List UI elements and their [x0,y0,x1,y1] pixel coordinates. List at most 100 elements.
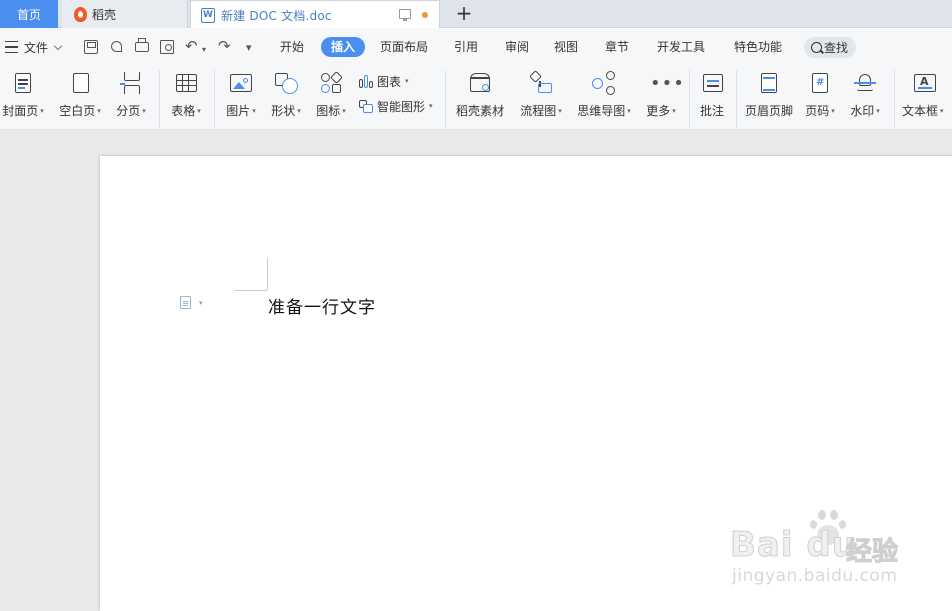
tab-daoke-label: 稻壳 [92,7,117,22]
undo-dropdown-icon[interactable]: ▾ [202,42,206,58]
daoke-material-button[interactable]: 稻壳素材 [452,66,508,126]
shape-icon [273,71,299,95]
table-button[interactable]: 表格 ▾ [167,66,205,126]
menu-tab-insert[interactable]: 插入 [321,37,366,57]
flowchart-label: 流程图 [520,104,557,118]
blank-page-caret-icon: ▾ [97,106,101,115]
page-break-label: 分页 [116,104,141,118]
more-caret-icon: ▾ [672,106,676,115]
mind-map-caret-icon: ▾ [627,106,631,115]
picture-button[interactable]: 图片 ▾ [222,66,260,126]
menu-tab-start[interactable]: 开始 [270,37,314,57]
page-break-button[interactable]: 分页 ▾ [113,66,149,126]
text-box-caret-icon: ▾ [940,106,944,115]
shape-button[interactable]: 形状 ▾ [266,66,306,126]
chevron-down-icon [53,41,63,50]
comment-icon [699,71,725,95]
text-box-label: 文本框 [902,104,939,118]
save-icon[interactable] [84,40,98,54]
icon-library-icon [318,71,344,95]
menu-tab-references[interactable]: 引用 [444,37,488,57]
redo-icon[interactable]: ↷ [218,38,231,54]
tab-home[interactable]: 首页 [0,0,58,28]
cover-page-button[interactable]: 封面页 ▾ [0,66,46,126]
page-break-caret-icon: ▾ [142,106,146,115]
unsaved-indicator-icon [422,12,428,18]
search-label: 查找 [824,41,849,55]
search-button[interactable]: 查找 [804,37,856,58]
paragraph-layout-caret-icon[interactable]: ▾ [199,299,203,307]
chart-button[interactable]: 图表 ▾ [358,72,409,90]
watermark-label: 水印 [850,104,875,118]
blank-page-label: 空白页 [59,104,96,118]
smart-art-button[interactable]: 智能图形 ▾ [358,97,433,115]
cover-page-caret-icon: ▾ [40,106,44,115]
title-tab-bar: 首页 稻壳 W 新建 DOC 文档.doc + [0,0,952,29]
smart-art-caret-icon: ▾ [429,102,433,110]
smart-art-icon [358,99,373,113]
ribbon-separator [689,70,690,128]
menu-tab-special[interactable]: 特色功能 [724,37,792,57]
page-number-caret-icon: ▾ [831,106,835,115]
cover-page-icon [10,71,36,95]
tab-home-label: 首页 [16,7,41,22]
blank-page-button[interactable]: 空白页 ▾ [56,66,104,126]
hamburger-menu-icon[interactable] [5,28,18,66]
print-icon[interactable] [135,38,149,52]
page-break-icon [118,71,144,95]
paragraph-layout-icon[interactable] [180,296,191,309]
ribbon-separator [214,70,215,128]
daoke-logo-icon [74,6,87,22]
quick-access-more-icon[interactable]: ▾ [246,40,252,56]
shape-caret-icon: ▾ [297,106,301,115]
tab-daoke[interactable]: 稻壳 [62,0,188,28]
tab-document[interactable]: W 新建 DOC 文档.doc [190,0,440,29]
more-button[interactable]: ••• 更多 ▾ [642,66,685,126]
menu-tab-page-layout[interactable]: 页面布局 [370,37,438,57]
comment-label: 批注 [699,104,724,118]
shape-label: 形状 [271,104,296,118]
undo-icon[interactable]: ↶ [185,38,198,54]
word-doc-icon: W [201,7,215,23]
flowchart-button[interactable]: 流程图 ▾ [516,66,566,126]
blank-page-icon [67,71,93,95]
watermark-icon [852,71,878,95]
text-box-button[interactable]: A 文本框 ▾ [902,66,952,126]
print-preview-icon[interactable] [160,40,174,54]
comment-button[interactable]: 批注 [696,66,728,126]
watermark-button[interactable]: 水印 ▾ [846,66,884,126]
ribbon-separator [445,70,446,128]
margin-marker [267,258,268,290]
mind-map-button[interactable]: 思维导图 ▾ [574,66,634,126]
mind-map-label: 思维导图 [577,104,626,118]
bar-chart-icon [358,74,373,88]
menu-bar: 文件 ↶ ▾ ↷ ▾ 开始 插入 页面布局 引用 审阅 视图 章节 开发工具 特… [0,28,952,66]
page-number-button[interactable]: # 页码 ▾ [803,66,837,126]
icon-insert-button[interactable]: 图标 ▾ [312,66,350,126]
header-footer-button[interactable]: 页眉页脚 [743,66,795,126]
search-icon [811,42,822,53]
export-icon[interactable] [110,40,124,54]
watermark-caret-icon: ▾ [876,106,880,115]
document-body-text[interactable]: 准备一行文字 [268,293,376,318]
tab-document-label: 新建 DOC 文档.doc [221,8,332,23]
daoke-material-icon [467,71,493,95]
table-label: 表格 [171,104,196,118]
picture-icon [228,71,254,95]
monitor-icon[interactable] [399,9,411,21]
more-dots-icon: ••• [650,73,685,94]
table-icon [173,71,199,95]
margin-marker [235,290,267,291]
menu-tab-view[interactable]: 视图 [544,37,588,57]
menu-tab-chapter[interactable]: 章节 [595,37,639,57]
file-menu-button[interactable]: 文件 [24,28,63,66]
ribbon-separator [736,70,737,128]
menu-tab-review[interactable]: 审阅 [495,37,539,57]
file-menu-label: 文件 [24,40,49,55]
new-tab-button[interactable]: + [454,3,474,25]
header-footer-label: 页眉页脚 [744,104,793,118]
text-box-icon: A [912,71,938,95]
more-label: 更多 [646,104,671,118]
smart-art-label: 智能图形 [377,99,426,114]
menu-tab-developer[interactable]: 开发工具 [647,37,715,57]
